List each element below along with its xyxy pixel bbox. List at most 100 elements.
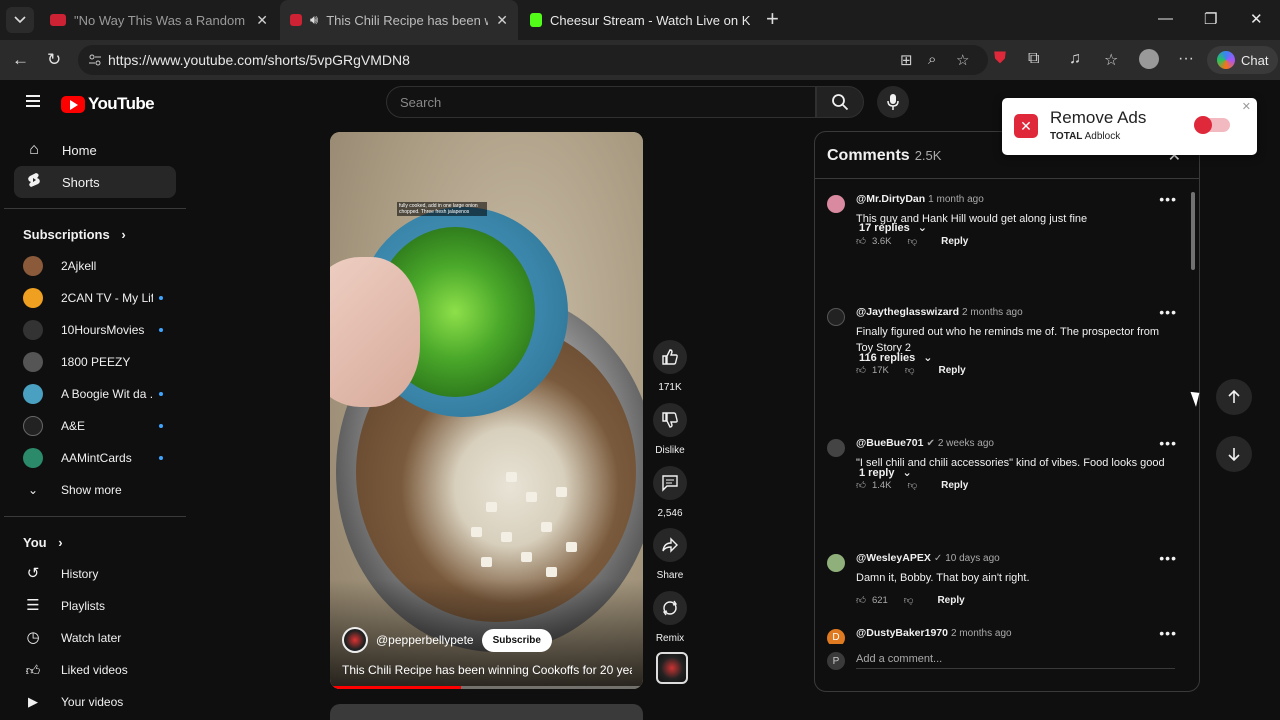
sound-source-thumbnail[interactable] xyxy=(656,652,688,684)
comment-author[interactable]: @DustyBaker1970 xyxy=(856,627,948,639)
next-short-preview[interactable] xyxy=(330,704,643,720)
favorites-icon[interactable]: ☆ xyxy=(1104,50,1118,70)
zoom-icon[interactable]: ⌕ xyxy=(928,51,936,68)
channel-avatar[interactable] xyxy=(342,627,368,653)
more-actions-icon[interactable]: ••• xyxy=(1159,550,1177,566)
sidebar-subscription[interactable]: 1800 PEEZY xyxy=(14,346,176,378)
comments-scrollbar[interactable] xyxy=(1191,192,1195,270)
restore-button[interactable]: ❐ xyxy=(1204,10,1217,28)
video-title[interactable]: This Chili Recipe has been winning Cooko… xyxy=(342,663,632,677)
refresh-button[interactable]: ↻ xyxy=(47,50,61,70)
comment-time[interactable]: 2 months ago xyxy=(962,307,1023,318)
search-input[interactable]: Search xyxy=(386,86,816,118)
remove-ads-toggle[interactable] xyxy=(1194,116,1230,134)
thumbs-up-icon[interactable]: 👍︎ xyxy=(856,594,866,606)
comment-author[interactable]: @BueBue701 xyxy=(856,437,923,449)
thumbs-down-icon[interactable]: 👎︎ xyxy=(907,479,917,491)
add-comment-input[interactable]: Add a comment... xyxy=(856,653,1175,669)
you-heading[interactable]: You › xyxy=(23,535,63,550)
comment-author[interactable]: @Jaytheglasswizard xyxy=(856,306,959,318)
comment-time[interactable]: 1 month ago xyxy=(928,194,984,205)
adblock-extension-icon[interactable]: ⛊ xyxy=(994,50,1006,68)
media-control-icon[interactable]: ♫ xyxy=(1069,50,1081,68)
show-more-button[interactable]: ⌄ Show more xyxy=(14,474,176,506)
thumbs-down-icon[interactable]: 👎︎ xyxy=(907,235,917,247)
divider xyxy=(4,208,186,209)
extensions-icon[interactable]: ⧉ xyxy=(1028,50,1039,68)
comment-time[interactable]: 2 months ago xyxy=(951,628,1012,639)
thumbs-down-icon[interactable]: 👎︎ xyxy=(905,364,915,376)
close-window-button[interactable]: ✕ xyxy=(1250,10,1263,28)
next-short-button[interactable] xyxy=(1216,436,1252,472)
favorite-star-icon[interactable]: ☆ xyxy=(956,51,969,69)
comment-count: 2,546 xyxy=(657,508,683,519)
tab-actions-menu-button[interactable] xyxy=(6,7,34,33)
sidebar-item-watch-later[interactable]: ◷ Watch later xyxy=(14,622,176,654)
browser-tab[interactable]: Cheesur Stream - Watch Live on Ki xyxy=(520,0,760,40)
comment-avatar[interactable] xyxy=(827,554,845,572)
sidebar-item-shorts[interactable]: Shorts xyxy=(14,166,176,198)
speaker-icon[interactable]: 🔊︎ xyxy=(310,12,318,28)
channel-name[interactable]: @pepperbellypete xyxy=(376,633,474,647)
youtube-logo[interactable]: YouTube xyxy=(61,94,155,114)
previous-short-button[interactable] xyxy=(1216,379,1252,415)
reply-button[interactable]: Reply xyxy=(937,595,964,606)
browser-tab[interactable]: "No Way This Was a Random Traffi ✕ xyxy=(40,0,278,40)
browser-tab-active[interactable]: 🔊︎ This Chili Recipe has been winning ✕ xyxy=(280,0,518,40)
back-button[interactable]: ← xyxy=(12,50,29,70)
shorts-video-player[interactable]: fully cooked, add in one large onion cho… xyxy=(330,132,643,689)
comment-time[interactable]: 2 weeks ago xyxy=(938,438,994,449)
new-tab-button[interactable]: + xyxy=(766,8,779,30)
sidebar-item-playlists[interactable]: ☰ Playlists xyxy=(14,590,176,622)
dislike-button[interactable] xyxy=(653,403,687,437)
view-replies-button[interactable]: 17 replies ⌄ xyxy=(859,221,927,235)
hamburger-menu-icon[interactable] xyxy=(26,95,40,107)
more-actions-icon[interactable]: ••• xyxy=(1159,435,1177,451)
minimize-button[interactable]: — xyxy=(1158,10,1173,27)
reply-button[interactable]: Reply xyxy=(941,236,968,247)
more-actions-icon[interactable]: ••• xyxy=(1159,304,1177,320)
sidebar-item-home[interactable]: ⌂ Home xyxy=(14,134,176,166)
sidebar-item-history[interactable]: ↺ History xyxy=(14,558,176,590)
copilot-chat-button[interactable]: Chat xyxy=(1207,46,1279,74)
address-bar[interactable]: https://www.youtube.com/shorts/5vpGRgVMD… xyxy=(78,45,988,75)
close-tab-icon[interactable]: ✕ xyxy=(496,12,508,29)
voice-search-button[interactable] xyxy=(877,86,909,118)
sidebar-subscription[interactable]: AAMintCards xyxy=(14,442,176,474)
sidebar-subscription[interactable]: 10HoursMovies xyxy=(14,314,176,346)
profile-avatar[interactable] xyxy=(1139,49,1159,69)
video-progress-bar[interactable] xyxy=(330,686,643,689)
more-actions-icon[interactable]: ••• xyxy=(1159,625,1177,641)
comment-author[interactable]: @WesleyAPEX xyxy=(856,552,931,564)
thumbs-down-icon[interactable]: 👎︎ xyxy=(904,594,914,606)
comments-button[interactable] xyxy=(653,466,687,500)
sidebar-subscription[interactable]: A&E xyxy=(14,410,176,442)
site-info-icon[interactable] xyxy=(88,53,102,70)
sidebar-item-your-videos[interactable]: ▶ Your videos xyxy=(14,686,176,718)
thumbs-up-icon[interactable]: 👍︎ xyxy=(856,479,866,491)
thumbs-up-icon[interactable]: 👍︎ xyxy=(856,364,866,376)
settings-more-icon[interactable]: ··· xyxy=(1178,50,1194,68)
comment-avatar[interactable] xyxy=(827,308,845,326)
comment-time[interactable]: 10 days ago xyxy=(945,553,1000,564)
thumbs-up-icon[interactable]: 👍︎ xyxy=(856,235,866,247)
sidebar-subscription[interactable]: A Boogie Wit da ... xyxy=(14,378,176,410)
subscribe-button[interactable]: Subscribe xyxy=(481,628,552,652)
comment-avatar[interactable] xyxy=(827,195,845,213)
comment-avatar[interactable] xyxy=(827,439,845,457)
sidebar-subscription[interactable]: 2Ajkell xyxy=(14,250,176,282)
more-actions-icon[interactable]: ••• xyxy=(1159,191,1177,207)
app-available-icon[interactable]: ⊞ xyxy=(900,51,913,69)
comment-author[interactable]: @Mr.DirtyDan xyxy=(856,193,925,205)
close-tab-icon[interactable]: ✕ xyxy=(256,12,268,29)
reply-button[interactable]: Reply xyxy=(941,480,968,491)
subscriptions-heading[interactable]: Subscriptions › xyxy=(23,227,126,242)
search-button[interactable] xyxy=(816,86,864,118)
sidebar-subscription[interactable]: 2CAN TV - My Lif... xyxy=(14,282,176,314)
close-popup-icon[interactable]: ✕ xyxy=(1242,100,1251,113)
like-button[interactable] xyxy=(653,340,687,374)
sidebar-item-liked-videos[interactable]: 👍︎ Liked videos xyxy=(14,654,176,686)
share-button[interactable] xyxy=(653,528,687,562)
reply-button[interactable]: Reply xyxy=(939,365,966,376)
remix-button[interactable] xyxy=(653,591,687,625)
